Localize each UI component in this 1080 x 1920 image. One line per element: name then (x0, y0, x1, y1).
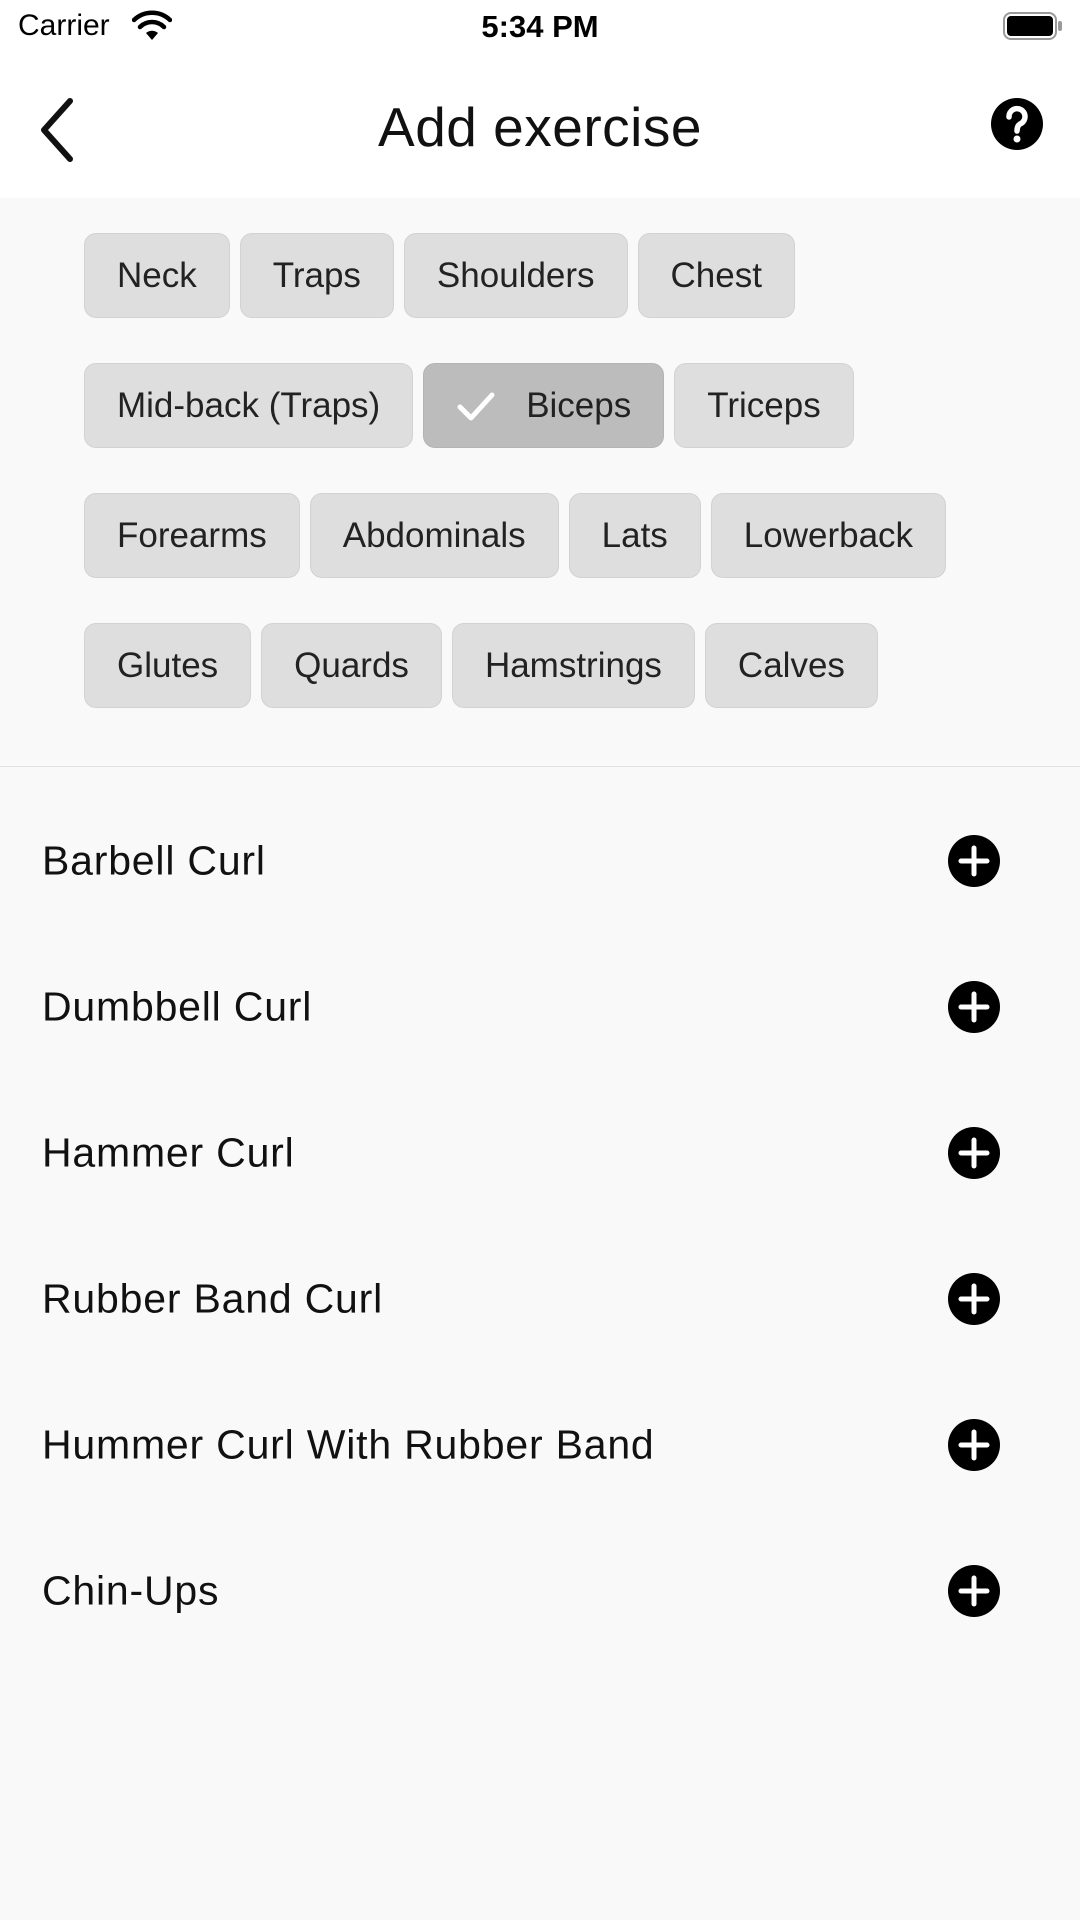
chip-calves[interactable]: Calves (704, 623, 878, 708)
list-item[interactable]: Hammer Curl (0, 1080, 1080, 1226)
chip-label: Abdominals (342, 515, 526, 555)
add-circle-icon[interactable] (948, 1419, 1000, 1471)
divider (0, 766, 1080, 767)
add-circle-icon[interactable] (948, 1565, 1000, 1617)
list-item[interactable]: Dumbbell Curl (0, 934, 1080, 1080)
exercise-list: Barbell Curl Dumbbell Curl Hammer Curl R… (0, 788, 1080, 1664)
battery-icon (1003, 12, 1062, 40)
chip-biceps[interactable]: Biceps (423, 363, 665, 448)
chip-row: Glutes Quards Hamstrings Calves (84, 623, 1044, 708)
chip-neck[interactable]: Neck (84, 233, 230, 318)
chip-abdominals[interactable]: Abdominals (309, 493, 559, 578)
exercise-name: Chin-Ups (42, 1567, 220, 1614)
chip-glutes[interactable]: Glutes (84, 623, 252, 708)
exercise-name: Barbell Curl (42, 837, 266, 884)
chip-row: Mid-back (Traps) Biceps Triceps (84, 363, 1044, 448)
chip-label: Neck (117, 255, 197, 295)
chip-label: Forearms (117, 515, 267, 555)
chip-label: Hamstrings (484, 645, 662, 685)
chip-traps[interactable]: Traps (239, 233, 394, 318)
add-circle-icon[interactable] (948, 981, 1000, 1033)
add-circle-icon[interactable] (948, 835, 1000, 887)
add-circle-icon[interactable] (948, 1127, 1000, 1179)
chip-row: Forearms Abdominals Lats Lowerback (84, 493, 1044, 578)
chip-hamstrings[interactable]: Hamstrings (451, 623, 695, 708)
app-bar: Add exercise (0, 55, 1080, 198)
chip-label: Quards (294, 645, 409, 685)
chip-row: Neck Traps Shoulders Chest (84, 233, 1044, 318)
chip-mid-back[interactable]: Mid-back (Traps) (84, 363, 414, 448)
add-circle-icon[interactable] (948, 1273, 1000, 1325)
chip-label: Traps (272, 255, 361, 295)
chip-triceps[interactable]: Triceps (674, 363, 854, 448)
chip-lowerback[interactable]: Lowerback (710, 493, 947, 578)
chip-label: Lowerback (743, 515, 914, 555)
chip-label: Triceps (707, 385, 821, 425)
list-item[interactable]: Barbell Curl (0, 788, 1080, 934)
chip-forearms[interactable]: Forearms (84, 493, 300, 578)
exercise-name: Rubber Band Curl (42, 1275, 383, 1322)
chip-label: Glutes (117, 645, 219, 685)
exercise-name: Hummer Curl With Rubber Band (42, 1421, 655, 1468)
chip-quards[interactable]: Quards (261, 623, 442, 708)
check-icon (457, 392, 495, 420)
chip-label: Biceps (526, 385, 632, 425)
help-circle-icon[interactable] (990, 97, 1044, 151)
chip-chest[interactable]: Chest (637, 233, 795, 318)
chip-label: Calves (737, 645, 845, 685)
chip-shoulders[interactable]: Shoulders (403, 233, 628, 318)
exercise-name: Dumbbell Curl (42, 983, 313, 1030)
chip-label: Mid-back (Traps) (117, 385, 381, 425)
list-item[interactable]: Chin-Ups (0, 1518, 1080, 1664)
page-title: Add exercise (378, 96, 702, 158)
list-item[interactable]: Rubber Band Curl (0, 1226, 1080, 1372)
chip-label: Chest (670, 255, 762, 295)
chip-lats[interactable]: Lats (568, 493, 701, 578)
muscle-filter-chips: Neck Traps Shoulders Chest Mid-back (Tra… (84, 233, 1044, 753)
list-item[interactable]: Hummer Curl With Rubber Band (0, 1372, 1080, 1518)
chip-label: Lats (601, 515, 668, 555)
status-bar: Carrier 5:34 PM (0, 0, 1080, 55)
status-time: 5:34 PM (481, 9, 599, 44)
exercise-name: Hammer Curl (42, 1129, 295, 1176)
chip-label: Shoulders (436, 255, 595, 295)
